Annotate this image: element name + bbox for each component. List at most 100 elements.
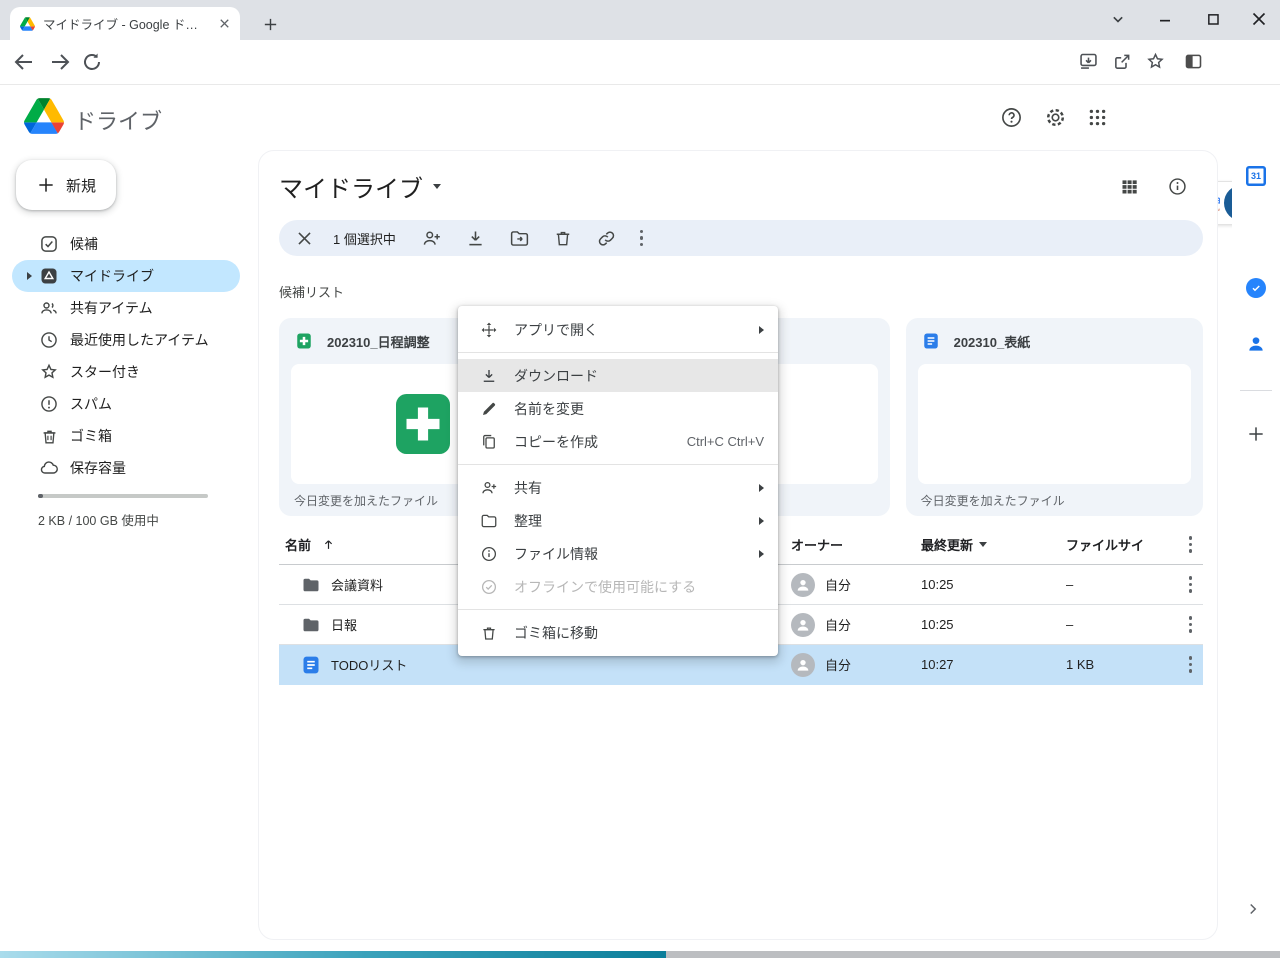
app-name: ドライブ — [74, 104, 162, 136]
sidebar-item-shared[interactable]: 共有アイテム — [12, 292, 240, 324]
toolbar-trash-icon[interactable] — [553, 228, 573, 248]
sheets-file-icon — [295, 332, 313, 350]
bottom-window-edge — [666, 951, 1280, 958]
grid-view-icon[interactable] — [1119, 176, 1140, 197]
folder-icon — [301, 575, 321, 595]
download-icon — [480, 367, 498, 385]
keep-icon[interactable] — [1246, 222, 1266, 242]
sidebar-item-spam[interactable]: スパム — [12, 388, 240, 420]
menu-item-open-with[interactable]: アプリで開く — [458, 313, 778, 346]
side-panel-icon[interactable] — [1183, 51, 1204, 72]
sidebar-item-recent[interactable]: 最近使用したアイテム — [12, 324, 240, 356]
toolbar-link-icon[interactable] — [596, 228, 617, 249]
clock-icon — [38, 330, 60, 350]
check-square-icon — [38, 234, 60, 254]
apps-grid-icon[interactable] — [1087, 107, 1108, 128]
file-card-footer: 今日変更を加えたファイル — [906, 484, 1203, 516]
column-options-icon[interactable] — [1178, 536, 1203, 553]
file-thumbnail[interactable] — [918, 364, 1191, 484]
drive-logo-icon[interactable] — [24, 98, 64, 134]
sidebar-item-suggested[interactable]: 候補 — [12, 228, 240, 260]
calendar-icon[interactable]: 31 — [1246, 166, 1266, 186]
details-info-icon[interactable] — [1167, 176, 1188, 197]
page-title-caret-icon[interactable] — [433, 184, 441, 189]
column-modified[interactable]: 最終更新 — [921, 535, 1066, 554]
submenu-arrow-icon — [759, 550, 764, 558]
window-maximize-button[interactable] — [1203, 9, 1223, 29]
share-icon[interactable] — [1112, 51, 1133, 72]
docs-file-icon — [301, 655, 321, 675]
reload-icon[interactable] — [80, 50, 104, 74]
menu-divider — [458, 464, 778, 465]
trash-icon — [480, 624, 498, 642]
sort-caret-icon — [979, 542, 987, 547]
sidebar-item-storage[interactable]: 保存容量 — [12, 452, 240, 484]
submenu-arrow-icon — [759, 326, 764, 334]
menu-item-make-copy[interactable]: コピーを作成 Ctrl+C Ctrl+V — [458, 425, 778, 458]
bookmark-star-icon[interactable] — [1145, 51, 1166, 72]
menu-item-organize[interactable]: 整理 — [458, 504, 778, 537]
expand-caret-icon[interactable] — [27, 272, 32, 280]
tasks-icon[interactable] — [1246, 278, 1266, 298]
column-size[interactable]: ファイルサイ — [1066, 535, 1178, 554]
share-person-icon — [480, 479, 498, 497]
new-tab-button[interactable] — [262, 16, 279, 33]
file-card[interactable]: 202310_表紙 今日変更を加えたファイル — [906, 318, 1203, 516]
settings-gear-icon[interactable] — [1044, 106, 1067, 129]
sidebar-item-starred[interactable]: スター付き — [12, 356, 240, 388]
new-button-label: 新規 — [66, 175, 96, 196]
sidebar-item-my-drive[interactable]: マイドライブ — [12, 260, 240, 292]
menu-item-rename[interactable]: 名前を変更 — [458, 392, 778, 425]
open-with-icon — [480, 321, 498, 339]
help-icon[interactable] — [1000, 106, 1023, 129]
menu-shortcut: Ctrl+C Ctrl+V — [687, 434, 764, 449]
browser-address-bar: drive.google.com/drive/my-drive U — [0, 40, 1280, 85]
spam-icon — [38, 394, 60, 414]
tab-close-icon[interactable] — [217, 16, 232, 31]
save-page-icon[interactable] — [1078, 51, 1099, 72]
docs-file-icon — [922, 332, 940, 350]
storage-usage-text: 2 KB / 100 GB 使用中 — [38, 510, 159, 529]
forward-icon[interactable] — [48, 50, 72, 74]
toolbar-more-icon[interactable] — [640, 230, 644, 247]
toolbar-move-icon[interactable] — [509, 228, 530, 249]
toolbar-download-icon[interactable] — [465, 228, 486, 249]
row-more-icon[interactable] — [1178, 576, 1203, 593]
column-owner[interactable]: オーナー — [791, 535, 921, 554]
toolbar-share-icon[interactable] — [421, 228, 442, 249]
star-icon — [38, 362, 60, 382]
menu-item-share[interactable]: 共有 — [458, 471, 778, 504]
cloud-icon — [38, 458, 60, 478]
hide-panel-chevron-icon[interactable] — [1244, 900, 1264, 920]
page-title[interactable]: マイドライブ — [279, 169, 441, 204]
sort-ascending-icon[interactable] — [321, 537, 336, 552]
context-menu: アプリで開く ダウンロード 名前を変更 コピーを作成 Ctrl+C Ctrl+V… — [458, 306, 778, 656]
contacts-icon[interactable] — [1246, 334, 1266, 354]
sidebar-item-trash[interactable]: ゴミ箱 — [12, 420, 240, 452]
menu-divider — [458, 352, 778, 353]
back-icon[interactable] — [12, 50, 36, 74]
browser-tab[interactable]: マイドライブ - Google ドライブ — [10, 7, 240, 40]
row-more-icon[interactable] — [1178, 656, 1203, 673]
row-more-icon[interactable] — [1178, 616, 1203, 633]
info-icon — [480, 545, 498, 563]
menu-item-download[interactable]: ダウンロード — [458, 359, 778, 392]
bottom-progress-strip — [0, 951, 666, 958]
new-button[interactable]: 新規 — [16, 160, 116, 210]
owner-avatar — [791, 653, 815, 677]
my-drive-icon — [38, 266, 60, 286]
menu-item-move-to-trash[interactable]: ゴミ箱に移動 — [458, 616, 778, 649]
tab-title: マイドライブ - Google ドライブ — [43, 14, 209, 33]
menu-item-file-info[interactable]: ファイル情報 — [458, 537, 778, 570]
offline-check-icon — [480, 578, 498, 596]
window-minimize-button[interactable] — [1155, 9, 1175, 29]
tab-search-chevron-icon[interactable] — [1108, 9, 1128, 29]
submenu-arrow-icon — [759, 517, 764, 525]
browser-tab-strip: マイドライブ - Google ドライブ — [0, 0, 1280, 40]
owner-avatar — [791, 613, 815, 637]
window-close-button[interactable] — [1248, 8, 1270, 30]
clear-selection-icon[interactable] — [295, 229, 314, 248]
add-panel-app-icon[interactable] — [1246, 424, 1266, 444]
trash-icon — [38, 427, 60, 446]
panel-divider — [1240, 390, 1272, 391]
